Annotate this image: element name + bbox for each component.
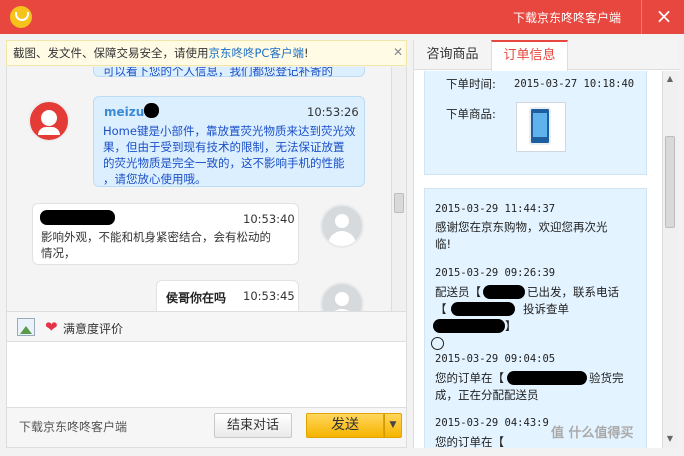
- download-client-link[interactable]: 下载京东咚咚客户端: [513, 9, 621, 26]
- notice-client-link[interactable]: 京东咚咚PC客户端: [209, 46, 304, 60]
- message-time: 10:53:40: [243, 212, 295, 226]
- message-time: 10:53:26: [307, 105, 359, 119]
- redacted-name: [40, 210, 115, 225]
- tracking-line: 已出发，联系电话: [527, 285, 619, 299]
- panel-scroll-thumb[interactable]: [665, 136, 675, 228]
- app-logo-icon: [10, 6, 32, 28]
- order-summary-card: 下单时间: 2015-03-27 10:18:40 下单商品:: [424, 71, 647, 175]
- message-line: 果，但由于受到现有技术的限制，无法保证放置: [103, 140, 345, 154]
- tracking-time: 2015-03-29 04:43:9: [435, 417, 549, 429]
- circle-marker-icon: [431, 337, 444, 350]
- scroll-up-icon[interactable]: ▲: [663, 72, 677, 86]
- message-line: Home键是小部件，靠放置荧光物质来达到荧光效: [103, 124, 356, 138]
- tracking-time: 2015-03-29 09:26:39: [435, 267, 556, 279]
- user-avatar: [320, 204, 364, 248]
- panel-tabs: 咨询商品 订单信息: [414, 40, 679, 71]
- notice-suffix: !: [303, 46, 309, 60]
- tracking-line: 】: [505, 319, 517, 333]
- tracking-line: 您的订单在【: [435, 435, 504, 448]
- tracking-line: 临!: [435, 237, 452, 251]
- input-toolbar: ❤ 满意度评价: [6, 311, 407, 341]
- user-avatar: [320, 282, 364, 311]
- redacted-courier: [483, 285, 525, 299]
- tracking-card: 2015-03-29 11:44:37 感谢您在京东购物，欢迎您再次光 临! 2…: [424, 188, 647, 448]
- message-line: 影响外观，不能和机身紧密结合，会有松动的: [41, 230, 271, 244]
- message-line: ，请您放心使用哦。: [103, 172, 207, 186]
- message-line: 情况，: [41, 246, 76, 260]
- notice-bar: 截图、发文件、保障交易安全，请使用京东咚咚PC客户端!: [6, 40, 407, 66]
- send-button[interactable]: 发送: [306, 413, 384, 438]
- panel-scrollbar[interactable]: [662, 71, 678, 448]
- phone-product-image: [529, 107, 551, 145]
- message-input[interactable]: [6, 341, 407, 408]
- redacted-mark: [144, 103, 159, 118]
- tracking-line: 验货完: [589, 371, 624, 385]
- chat-scroll-thumb[interactable]: [394, 193, 404, 213]
- order-info-panel: 下单时间: 2015-03-27 10:18:40 下单商品: 2015-03-…: [414, 71, 662, 448]
- end-conversation-button[interactable]: 结束对话: [214, 413, 292, 438]
- message-time: 10:53:45: [243, 289, 295, 303]
- notice-close-icon[interactable]: ✕: [393, 46, 405, 58]
- tracking-line: 您的订单在【: [435, 371, 504, 385]
- image-icon[interactable]: [17, 318, 35, 336]
- redacted-phone: [433, 319, 505, 333]
- close-icon[interactable]: ×: [652, 5, 676, 29]
- tracking-time: 2015-03-29 11:44:37: [435, 203, 556, 215]
- send-options-chevron-down-icon[interactable]: ▼: [384, 413, 402, 438]
- rating-button[interactable]: 满意度评价: [63, 320, 123, 337]
- notice-text: 截图、发文件、保障交易安全，请使用: [13, 46, 209, 60]
- order-time-value: 2015-03-27 10:18:40: [514, 78, 635, 90]
- order-goods-label: 下单商品:: [446, 107, 496, 121]
- message-text-partial: 可以看下您的个人信息，我们都您登记补寄的: [103, 67, 333, 78]
- tab-order-info[interactable]: 订单信息: [491, 40, 568, 71]
- agent-avatar: [28, 100, 70, 142]
- redacted-station: [507, 371, 587, 385]
- tracking-line: 配送员【: [435, 285, 481, 299]
- watermark: 值 什么值得买: [551, 426, 634, 441]
- tab-consult-goods[interactable]: 咨询商品: [414, 40, 491, 70]
- sender-name: 侯哥你在吗: [166, 291, 227, 305]
- message-line: 的荧光物质是完全一致的，这不影响手机的性能: [103, 156, 345, 170]
- redacted-phone: [451, 302, 515, 316]
- scroll-down-icon[interactable]: ▼: [663, 432, 677, 446]
- chat-scrollbar[interactable]: [391, 67, 406, 311]
- title-bar: 下载京东咚咚客户端 ×: [0, 0, 684, 34]
- title-divider: [641, 0, 642, 34]
- order-time-label: 下单时间:: [446, 77, 496, 91]
- tracking-line: 感谢您在京东购物，欢迎您再次光: [435, 220, 608, 234]
- heart-icon[interactable]: ❤: [45, 318, 58, 336]
- product-thumbnail[interactable]: [516, 102, 566, 152]
- tracking-line: 投诉查单: [523, 302, 569, 316]
- tracking-line: 【: [435, 302, 447, 316]
- chat-history: 可以看下您的个人信息，我们都您登记补寄的 meizu 10:53:26 Home…: [6, 67, 407, 311]
- tracking-line: 成，正在分配配送员: [435, 388, 539, 402]
- download-client-link-bottom[interactable]: 下载京东咚咚客户端: [19, 418, 127, 435]
- bottom-bar: 下载京东咚咚客户端 结束对话 发送 ▼: [6, 408, 407, 448]
- sender-name: meizu: [104, 105, 145, 119]
- tracking-time: 2015-03-29 09:04:05: [435, 353, 556, 365]
- side-panel: 咨询商品 订单信息 下单时间: 2015-03-27 10:18:40 下单商品…: [413, 40, 679, 448]
